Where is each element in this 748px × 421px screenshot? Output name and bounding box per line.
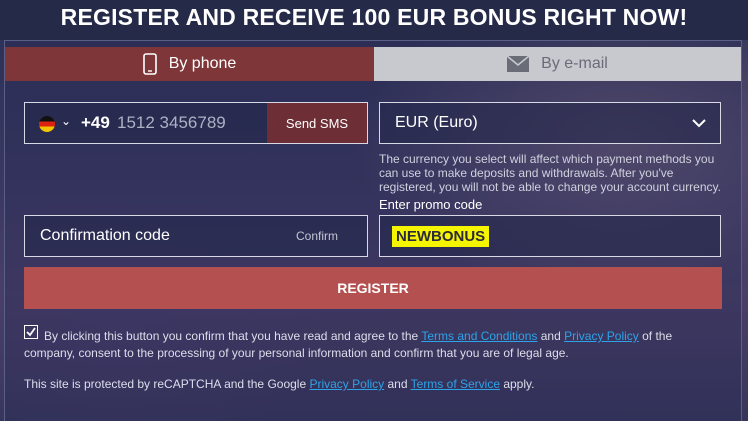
promo-code-label: Enter promo code <box>379 197 483 212</box>
google-terms-link[interactable]: Terms of Service <box>411 377 500 391</box>
consent-text-part: and <box>537 329 565 343</box>
currency-note: The currency you select will affect whic… <box>379 152 721 194</box>
promo-code-input[interactable]: NEWBONUS <box>379 215 721 257</box>
page-headline: REGISTER AND RECEIVE 100 EUR BONUS RIGHT… <box>60 4 688 30</box>
chevron-down-icon[interactable]: ⌄ <box>61 114 71 128</box>
confirm-button[interactable]: Confirm <box>267 216 367 256</box>
tab-by-phone[interactable]: By phone <box>5 47 374 81</box>
terms-link[interactable]: Terms and Conditions <box>421 329 537 343</box>
phone-input[interactable]: 1512 3456789 <box>117 113 226 133</box>
recaptcha-text-part: apply. <box>500 377 535 391</box>
send-sms-button[interactable]: Send SMS <box>267 103 367 143</box>
tab-by-phone-label: By phone <box>168 55 237 72</box>
tab-by-email[interactable]: By e-mail <box>374 47 741 81</box>
consent-text: By clicking this button you confirm that… <box>24 328 724 362</box>
dial-code: +49 <box>81 113 110 132</box>
privacy-policy-link[interactable]: Privacy Policy <box>564 329 639 343</box>
recaptcha-notice: This site is protected by reCAPTCHA and … <box>24 377 724 391</box>
phone-icon <box>142 53 157 75</box>
confirmation-code-input[interactable]: Confirmation code <box>40 227 170 245</box>
recaptcha-text-part: This site is protected by reCAPTCHA and … <box>24 377 310 391</box>
chevron-down-icon <box>692 115 706 133</box>
promo-code-value: NEWBONUS <box>392 226 490 247</box>
currency-value: EUR (Euro) <box>395 114 478 131</box>
tab-by-email-label: By e-mail <box>541 55 608 72</box>
recaptcha-text-part: and <box>384 377 411 391</box>
envelope-icon <box>507 56 530 72</box>
consent-text-part: By clicking this button you confirm that… <box>44 329 422 343</box>
currency-select[interactable]: EUR (Euro) <box>379 102 721 144</box>
germany-flag-icon[interactable] <box>39 116 55 132</box>
google-privacy-policy-link[interactable]: Privacy Policy <box>309 377 384 391</box>
phone-field: ⌄ +49 1512 3456789 Send SMS <box>24 102 368 144</box>
register-button[interactable]: REGISTER <box>24 267 722 309</box>
confirmation-code-field[interactable]: Confirmation code Confirm <box>24 215 368 257</box>
